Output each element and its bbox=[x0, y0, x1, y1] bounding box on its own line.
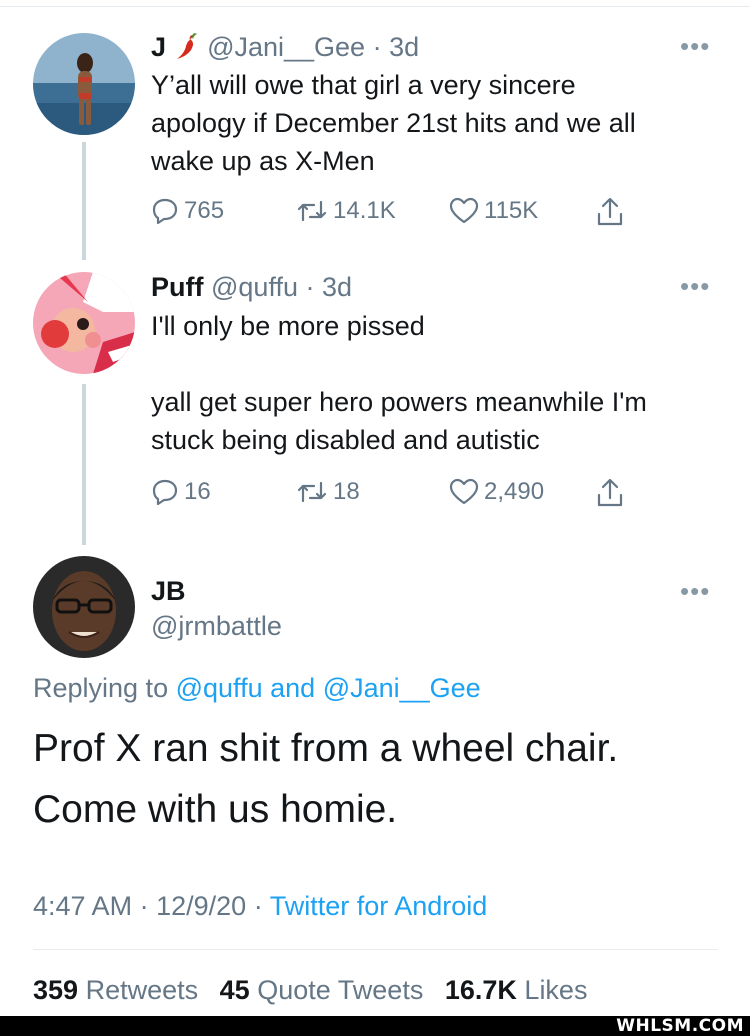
retweets-stat[interactable]: 359 Retweets bbox=[33, 975, 198, 1005]
main-tweet: JB @jrmbattle ••• Replying to @quffu and… bbox=[0, 545, 750, 1016]
tweet-header: Puff @quffu · 3d bbox=[151, 272, 353, 302]
reply-count: 765 bbox=[184, 197, 225, 224]
tweet-actions: 765 14.1K 115K bbox=[150, 196, 650, 230]
chili-pepper-emoji bbox=[174, 32, 200, 67]
share-icon bbox=[597, 197, 623, 226]
tweet-time[interactable]: 3d bbox=[322, 272, 352, 302]
tweet-stats: 359 Retweets 45 Quote Tweets 16.7K Likes bbox=[33, 975, 601, 1006]
tweet-actions: 16 18 2,490 bbox=[150, 477, 650, 511]
more-icon[interactable]: ••• bbox=[680, 578, 710, 604]
watermark-text: WHLSM.COM bbox=[616, 1016, 744, 1036]
likes-stat[interactable]: 16.7K Likes bbox=[445, 975, 588, 1005]
like-button[interactable]: 2,490 bbox=[448, 477, 544, 507]
retweet-count: 18 bbox=[333, 478, 360, 505]
user-handle[interactable]: @Jani__Gee bbox=[207, 32, 365, 62]
user-handle[interactable]: @jrmbattle bbox=[151, 611, 282, 642]
share-button[interactable] bbox=[595, 196, 625, 228]
tweet-time[interactable]: 4:47 AM bbox=[33, 891, 132, 921]
more-icon[interactable]: ••• bbox=[680, 273, 710, 299]
watermark-bar: WHLSM.COM bbox=[0, 1016, 750, 1036]
like-count: 115K bbox=[484, 197, 539, 224]
tweet-text: Prof X ran shit from a wheel chair. Come… bbox=[33, 727, 619, 831]
more-icon[interactable]: ••• bbox=[680, 33, 710, 59]
thread-line bbox=[82, 384, 86, 545]
share-button[interactable] bbox=[595, 477, 625, 509]
tweet-header: J @Jani__Gee · 3d bbox=[151, 31, 419, 67]
reply-button[interactable]: 16 bbox=[150, 477, 211, 507]
like-button[interactable]: 115K bbox=[448, 196, 538, 226]
display-name[interactable]: Puff bbox=[151, 272, 203, 302]
tweet-time[interactable]: 3d bbox=[389, 32, 419, 62]
mention-link[interactable]: @Jani__Gee bbox=[323, 673, 481, 703]
divider bbox=[33, 949, 718, 950]
tweet-text: I'll only be more pissed yall get super … bbox=[151, 311, 647, 455]
retweet-button[interactable]: 18 bbox=[295, 477, 360, 507]
tweet-meta: 4:47 AM · 12/9/20 · Twitter for Android bbox=[33, 891, 488, 921]
display-name[interactable]: J bbox=[151, 32, 166, 62]
quote-tweets-stat[interactable]: 45 Quote Tweets bbox=[220, 975, 424, 1005]
thread-line bbox=[82, 142, 86, 260]
like-icon bbox=[449, 478, 479, 505]
avatar-puff[interactable] bbox=[33, 272, 135, 374]
retweet-icon bbox=[297, 200, 327, 222]
replying-to: Replying to @quffu and @Jani__Gee bbox=[33, 673, 481, 703]
mention-link[interactable]: @quffu bbox=[176, 673, 263, 703]
reply-icon bbox=[152, 479, 178, 506]
user-handle[interactable]: @quffu bbox=[211, 272, 298, 302]
tweet-puff[interactable]: Puff @quffu · 3d ••• I'll only be more p… bbox=[0, 260, 750, 545]
retweet-count: 14.1K bbox=[333, 197, 396, 224]
reply-icon bbox=[152, 198, 178, 225]
tweet-date[interactable]: 12/9/20 bbox=[156, 891, 246, 921]
avatar-jb[interactable] bbox=[33, 556, 135, 658]
avatar-jani[interactable] bbox=[33, 33, 135, 135]
like-count: 2,490 bbox=[484, 478, 545, 505]
tweet-jani[interactable]: J @Jani__Gee · 3d ••• Y’all will owe tha… bbox=[0, 0, 750, 260]
reply-count: 16 bbox=[184, 478, 211, 505]
display-name[interactable]: JB bbox=[151, 576, 186, 607]
retweet-icon bbox=[297, 481, 327, 503]
share-icon bbox=[597, 478, 623, 507]
tweet-text: Y’all will owe that girl a very sincere … bbox=[151, 70, 636, 176]
like-icon bbox=[449, 197, 479, 224]
retweet-button[interactable]: 14.1K bbox=[295, 196, 396, 226]
reply-button[interactable]: 765 bbox=[150, 196, 224, 226]
tweet-source[interactable]: Twitter for Android bbox=[270, 891, 488, 921]
